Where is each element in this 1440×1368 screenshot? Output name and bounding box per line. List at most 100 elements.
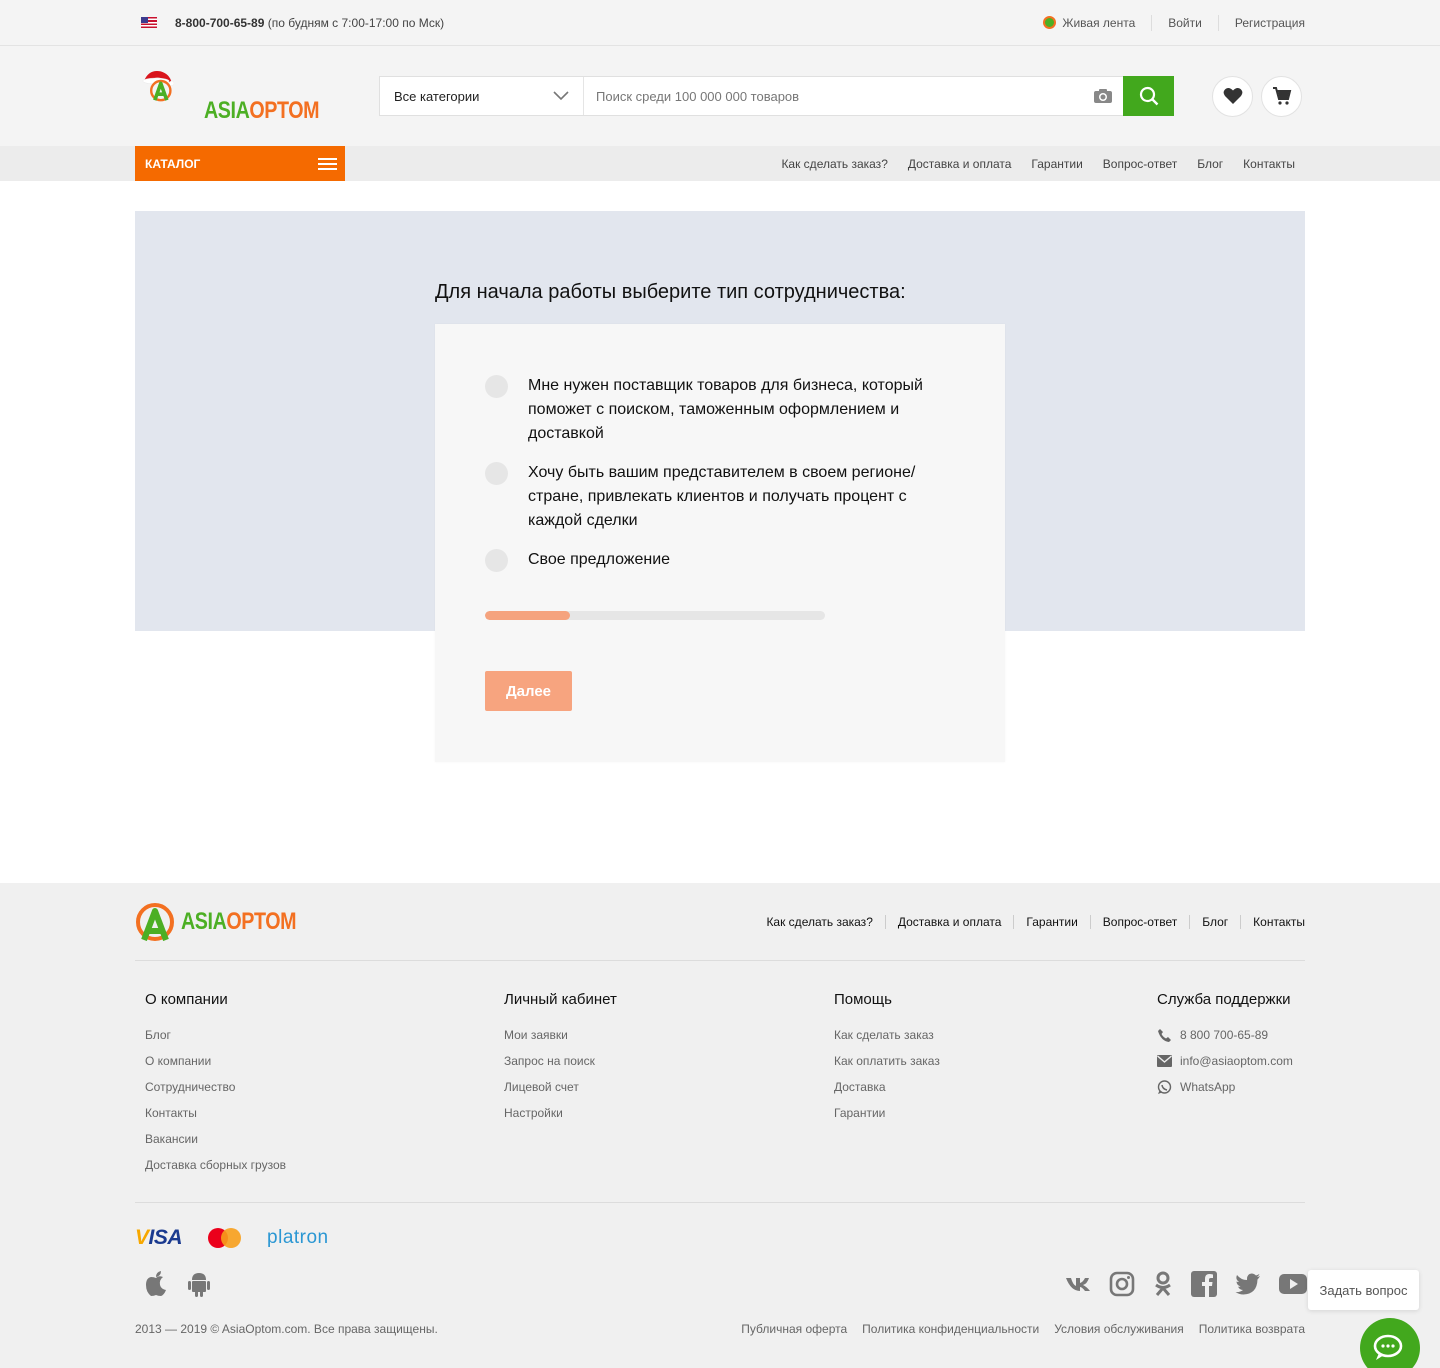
support-email[interactable]: info@asiaoptom.com [1157, 1048, 1295, 1074]
footer-col-help: Помощь Как сделать заказ Как оплатить за… [834, 991, 1157, 1202]
footer: ASIAOPTOM Как сделать заказ? Доставка и … [0, 883, 1440, 1368]
footer-link[interactable]: Как оплатить заказ [834, 1048, 1157, 1074]
register-link[interactable]: Регистрация [1217, 14, 1305, 31]
catalog-label: КАТАЛОГ [145, 156, 201, 171]
footer-col-title: Служба поддержки [1157, 991, 1291, 1008]
footer-col-title: О компании [145, 991, 228, 1008]
search-bar: Все категории [379, 76, 1174, 116]
vk-icon[interactable] [1065, 1276, 1091, 1292]
option-own-proposal[interactable]: Свое предложение [485, 548, 955, 572]
footer-link[interactable]: Запрос на поиск [504, 1048, 834, 1074]
support-phone[interactable]: 8 800 700-65-89 [1157, 1022, 1295, 1048]
footer-col-support: Служба поддержки 8 800 700-65-89 info@as… [1157, 991, 1295, 1202]
footer-col-company: О компании Блог О компании Сотрудничеств… [145, 991, 504, 1202]
footer-link[interactable]: Сотрудничество [145, 1074, 504, 1100]
nav-links: Как сделать заказ? Доставка и оплата Гар… [781, 157, 1295, 171]
category-select[interactable]: Все категории [380, 77, 584, 115]
option-supplier[interactable]: Мне нужен поставщик товаров для бизнеса,… [485, 374, 955, 446]
top-bar: 8-800-700-65-89 (по будням с 7:00-17:00 … [0, 0, 1440, 46]
top-links: Живая лента Войти Регистрация [1043, 14, 1305, 31]
footer-nav-links: Как сделать заказ? Доставка и оплата Гар… [754, 914, 1305, 929]
footer-link-contacts[interactable]: Контакты [1240, 914, 1305, 929]
camera-icon[interactable] [1083, 77, 1123, 115]
footer-link[interactable]: Доставка [834, 1074, 1157, 1100]
footer-col-title: Личный кабинет [504, 991, 617, 1008]
favorites-button[interactable] [1212, 75, 1253, 117]
live-feed-link[interactable]: Живая лента [1043, 15, 1151, 31]
payment-methods: VISA platron [135, 1203, 1305, 1273]
search-input[interactable] [584, 77, 1083, 115]
chat-icon [1373, 1334, 1403, 1360]
legal-link-offer[interactable]: Публичная оферта [741, 1322, 847, 1336]
social-links [1065, 1271, 1307, 1297]
footer-link[interactable]: Мои заявки [504, 1022, 834, 1048]
footer-link[interactable]: Доставка сборных грузов [145, 1152, 504, 1178]
burger-icon [318, 157, 337, 170]
footer-logo-text: ASIAOPTOM [181, 907, 297, 935]
footer-link[interactable]: Гарантии [834, 1100, 1157, 1126]
cart-button[interactable] [1261, 75, 1302, 117]
live-dot-icon [1043, 16, 1057, 29]
logo-a-icon [136, 902, 174, 941]
option-representative[interactable]: Хочу быть вашим представителем в своем р… [485, 461, 955, 533]
youtube-icon[interactable] [1279, 1274, 1307, 1294]
footer-logo[interactable]: ASIAOPTOM [135, 902, 321, 941]
footer-link-delivery[interactable]: Доставка и оплата [884, 914, 1014, 929]
progress-bar [485, 611, 825, 620]
phone-number[interactable]: 8-800-700-65-89 [175, 16, 264, 30]
copyright: 2013 — 2019 © AsiaOptom.com. Все права з… [135, 1322, 438, 1336]
legal-link-refund[interactable]: Политика возврата [1199, 1322, 1305, 1336]
apple-icon[interactable] [145, 1271, 167, 1297]
heart-icon [1223, 88, 1242, 104]
whatsapp-icon [1157, 1079, 1172, 1094]
footer-link[interactable]: Контакты [145, 1100, 504, 1126]
site-logo[interactable]: ASIAOPTOM [138, 66, 320, 126]
footer-link-blog[interactable]: Блог [1189, 914, 1240, 929]
flag-us-icon[interactable] [141, 17, 157, 28]
visa-logo: VISA [135, 1226, 183, 1249]
cart-icon [1272, 87, 1291, 105]
footer-link-how-to-order[interactable]: Как сделать заказ? [754, 915, 884, 929]
login-link[interactable]: Войти [1151, 14, 1218, 31]
next-button[interactable]: Далее [485, 671, 572, 711]
nav-link-guarantees[interactable]: Гарантии [1031, 157, 1082, 171]
radio-button[interactable] [485, 462, 508, 485]
legal-link-privacy[interactable]: Политика конфиденциальности [862, 1322, 1039, 1336]
footer-link-guarantees[interactable]: Гарантии [1013, 914, 1089, 929]
footer-link[interactable]: Блог [145, 1022, 504, 1048]
search-button[interactable] [1123, 76, 1174, 116]
support-whatsapp[interactable]: WhatsApp [1157, 1074, 1295, 1100]
cooperation-form-card: Мне нужен поставщик товаров для бизнеса,… [435, 324, 1005, 762]
header: ASIAOPTOM Все категории [0, 46, 1440, 146]
ask-question-tooltip[interactable]: Задать вопрос [1308, 1270, 1419, 1310]
twitter-icon[interactable] [1235, 1273, 1261, 1295]
chevron-down-icon [553, 91, 569, 101]
mastercard-logo [208, 1228, 242, 1248]
footer-link-faq[interactable]: Вопрос-ответ [1089, 914, 1189, 929]
facebook-icon[interactable] [1191, 1271, 1217, 1297]
nav-link-blog[interactable]: Блог [1197, 157, 1223, 171]
footer-bottom: 2013 — 2019 © AsiaOptom.com. Все права з… [135, 1322, 1305, 1336]
option-label: Свое предложение [528, 551, 671, 568]
instagram-icon[interactable] [1109, 1271, 1135, 1297]
nav-link-how-to-order[interactable]: Как сделать заказ? [781, 157, 887, 171]
footer-link[interactable]: Лицевой счет [504, 1074, 834, 1100]
live-feed-label: Живая лента [1062, 15, 1136, 30]
nav-link-delivery[interactable]: Доставка и оплата [908, 157, 1012, 171]
nav-link-faq[interactable]: Вопрос-ответ [1103, 157, 1177, 171]
footer-columns: О компании Блог О компании Сотрудничеств… [135, 961, 1305, 1203]
footer-link[interactable]: Как сделать заказ [834, 1022, 1157, 1048]
footer-link[interactable]: О компании [145, 1048, 504, 1074]
legal-link-terms[interactable]: Условия обслуживания [1054, 1322, 1184, 1336]
android-icon[interactable] [187, 1271, 211, 1297]
category-select-value: Все категории [394, 88, 480, 104]
radio-button[interactable] [485, 549, 508, 572]
legal-links: Публичная оферта Политика конфиденциальн… [741, 1322, 1305, 1336]
radio-button[interactable] [485, 375, 508, 398]
footer-link[interactable]: Вакансии [145, 1126, 504, 1152]
footer-link[interactable]: Настройки [504, 1100, 834, 1126]
main-nav: КАТАЛОГ Как сделать заказ? Доставка и оп… [0, 146, 1440, 181]
nav-link-contacts[interactable]: Контакты [1243, 157, 1295, 171]
catalog-button[interactable]: КАТАЛОГ [135, 146, 345, 181]
odnoklassniki-icon[interactable] [1153, 1271, 1173, 1297]
